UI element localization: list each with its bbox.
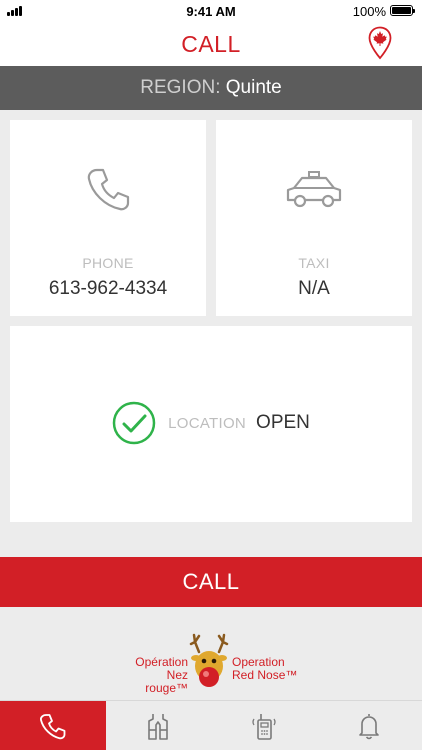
tab-radio[interactable] xyxy=(211,701,317,750)
status-bar: 9:41 AM 100% xyxy=(0,0,422,22)
logo-text-french: Opération Nez rouge™ xyxy=(135,655,188,695)
walkie-talkie-icon xyxy=(252,714,276,740)
canada-location-pin-icon[interactable] xyxy=(368,26,392,60)
location-status: OPEN xyxy=(256,412,310,433)
battery-icon xyxy=(390,5,415,16)
reindeer-mascot-icon xyxy=(189,633,229,687)
tab-volunteer[interactable] xyxy=(106,701,212,750)
taxi-label: TAXI xyxy=(298,255,330,271)
nav-header: CALL xyxy=(0,22,422,66)
location-label: LOCATION xyxy=(168,414,247,432)
vest-icon xyxy=(148,714,169,740)
tab-notifications[interactable] xyxy=(317,701,422,750)
bell-icon xyxy=(359,714,380,740)
region-bar: REGION: Quinte xyxy=(0,66,422,110)
phone-icon xyxy=(39,714,66,740)
taxi-car-icon xyxy=(286,171,342,208)
phone-number[interactable]: 613-962-4334 xyxy=(10,278,206,300)
battery-percent: 100% xyxy=(352,4,386,19)
taxi-card[interactable]: TAXI N/A xyxy=(216,120,412,316)
check-circle-icon xyxy=(112,401,156,445)
call-button[interactable]: CALL xyxy=(0,557,422,607)
region-value: Quinte xyxy=(225,77,282,98)
logo-text-english: Operation Red Nose™ xyxy=(232,655,298,682)
region-label: REGION: xyxy=(140,77,221,98)
phone-label: PHONE xyxy=(82,255,134,271)
phone-card[interactable]: PHONE 613-962-4334 xyxy=(10,120,206,316)
page-title: CALL xyxy=(181,31,241,57)
tab-bar xyxy=(0,700,422,750)
tab-call[interactable] xyxy=(0,701,106,750)
phone-icon xyxy=(87,168,130,211)
taxi-value: N/A xyxy=(298,278,330,299)
operation-red-nose-logo: Opération Nez rouge™ Operation Red Nose™ xyxy=(0,630,422,695)
location-card: LOCATION OPEN xyxy=(10,326,412,522)
